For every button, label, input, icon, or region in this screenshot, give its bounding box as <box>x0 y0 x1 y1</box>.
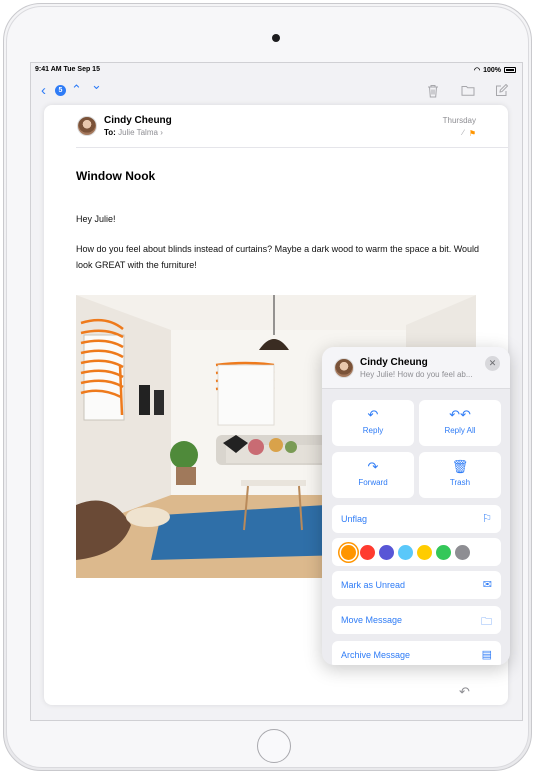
reply-label: Reply <box>362 426 384 435</box>
flag-color-dot-5[interactable] <box>436 544 451 560</box>
flag-color-dot-4[interactable] <box>417 544 432 560</box>
back-chevron-icon[interactable]: ‹ <box>41 83 46 99</box>
status-bar: 9:41 AM Tue Sep 15 ◠ 100% <box>31 63 522 77</box>
battery-percent: 100% <box>483 66 501 74</box>
ipad-frame: 9:41 AM Tue Sep 15 ◠ 100% ‹ 5 ⌃ ⌄ Cindy … <box>3 3 532 771</box>
forward-label: Forward <box>358 478 388 487</box>
forward-icon: ↷ <box>367 459 379 474</box>
reply-button[interactable]: ↶ Reply <box>332 400 414 446</box>
message-date: Thursday <box>442 116 476 125</box>
flag-color-dot-2[interactable] <box>379 544 394 560</box>
move-label: Move Message <box>341 615 403 625</box>
flag-color-dot-3[interactable] <box>398 544 413 560</box>
archive-message-button[interactable]: Archive Message ▤ <box>332 641 501 665</box>
archive-icon: ▤ <box>481 649 492 661</box>
close-icon[interactable]: ✕ <box>485 356 500 371</box>
trash-icon: 🗑 <box>451 459 469 474</box>
header-divider <box>76 147 508 148</box>
message-paragraph: How do you feel about blinds instead of … <box>76 244 480 270</box>
wifi-icon: ◠ <box>473 67 481 74</box>
forward-button[interactable]: ↷ Forward <box>332 452 414 498</box>
chevron-right-icon: › <box>160 128 163 137</box>
message-greeting: Hey Julie! <box>76 214 116 224</box>
reply-arrow-icon[interactable]: ↶ <box>459 684 470 700</box>
sender-avatar[interactable] <box>77 116 97 136</box>
screen: 9:41 AM Tue Sep 15 ◠ 100% ‹ 5 ⌃ ⌄ Cindy … <box>30 62 523 721</box>
move-message-button[interactable]: Move Message 🗀 <box>332 606 501 634</box>
unread-badge: 5 <box>55 85 66 96</box>
popover-header: Cindy Cheung Hey Julie! How do you feel … <box>322 347 510 389</box>
folder-icon[interactable] <box>461 85 475 96</box>
mark-unread-button[interactable]: Mark as Unread ✉ <box>332 571 501 599</box>
previous-message-icon[interactable]: ⌃ <box>71 82 82 98</box>
mail-toolbar: ‹ 5 ⌃ ⌄ <box>31 77 522 103</box>
compose-icon[interactable] <box>495 84 508 97</box>
reply-all-label: Reply All <box>444 426 476 435</box>
unflag-button[interactable]: Unflag ⚐ <box>332 505 501 533</box>
trash-button[interactable]: 🗑 Trash <box>419 452 501 498</box>
message-subject: Window Nook <box>76 169 156 183</box>
battery-icon <box>504 67 516 73</box>
front-camera <box>272 34 280 42</box>
reply-icon: ↶ <box>367 407 379 422</box>
folder-icon: 🗀 <box>481 616 492 628</box>
flag-color-dot-0[interactable] <box>341 544 356 560</box>
flag-color-picker <box>332 538 501 566</box>
reply-all-button[interactable]: ↶↶ Reply All <box>419 400 501 446</box>
reply-all-icon: ↶↶ <box>449 407 471 422</box>
recipient-name: Julie Talma <box>118 128 158 137</box>
flag-color-dot-6[interactable] <box>455 544 470 560</box>
home-button[interactable] <box>257 729 291 763</box>
sender-name[interactable]: Cindy Cheung <box>104 115 172 126</box>
to-label: To: <box>104 128 116 137</box>
attachment-icon: ∕ <box>462 128 464 137</box>
popover-snippet: Hey Julie! How do you feel ab... <box>360 370 473 379</box>
flag-icon: ⚑ <box>468 129 476 138</box>
popover-avatar <box>334 358 354 378</box>
envelope-icon: ✉ <box>482 579 492 591</box>
next-message-icon[interactable]: ⌄ <box>91 77 102 93</box>
status-right: ◠ 100% <box>474 66 516 74</box>
archive-label: Archive Message <box>341 650 411 660</box>
unflag-label: Unflag <box>341 514 368 524</box>
trash-label: Trash <box>449 478 471 487</box>
message-actions-popover: Cindy Cheung Hey Julie! How do you feel … <box>322 347 510 665</box>
flag-color-dot-1[interactable] <box>360 544 375 560</box>
mark-unread-label: Mark as Unread <box>341 580 406 590</box>
status-time: 9:41 AM Tue Sep 15 <box>35 66 100 73</box>
unflag-icon: ⚐ <box>482 513 492 525</box>
trash-icon[interactable] <box>427 84 439 98</box>
popover-sender: Cindy Cheung <box>360 357 428 368</box>
recipient-line[interactable]: To: Julie Talma › <box>104 128 163 137</box>
